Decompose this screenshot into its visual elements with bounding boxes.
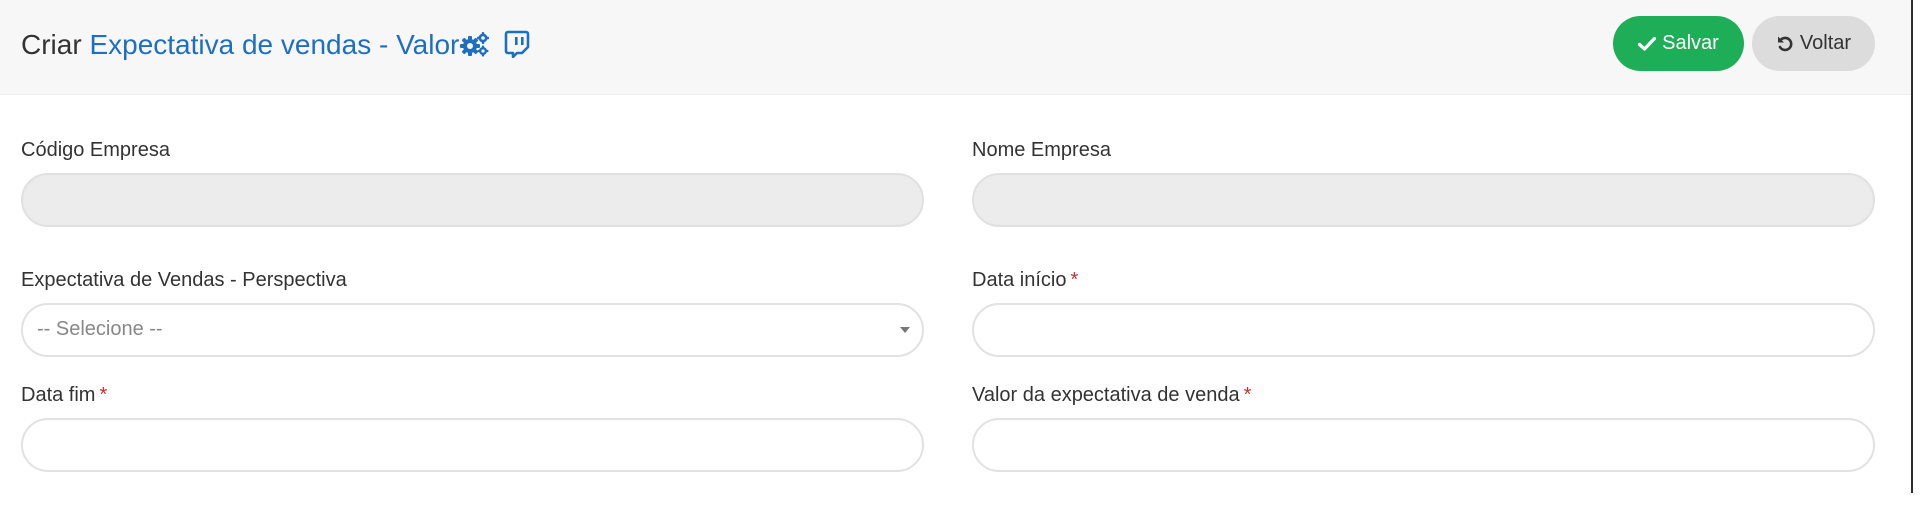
nome-empresa-input bbox=[974, 175, 1873, 225]
codigo-empresa-input bbox=[23, 175, 922, 225]
data-inicio-input[interactable] bbox=[974, 305, 1873, 355]
valor-field[interactable] bbox=[972, 418, 1875, 472]
data-inicio-label-text: Data início bbox=[972, 269, 1067, 291]
required-marker: * bbox=[99, 384, 108, 406]
data-fim-input[interactable] bbox=[23, 420, 922, 470]
page-title: Criar Expectativa de vendas - Valor bbox=[21, 29, 530, 65]
codigo-empresa-field bbox=[21, 173, 924, 227]
required-marker: * bbox=[1070, 269, 1079, 291]
form-panel: Criar Expectativa de vendas - Valor Salv… bbox=[0, 0, 1913, 493]
chat-icon[interactable] bbox=[504, 30, 530, 65]
nome-empresa-label: Nome Empresa bbox=[972, 139, 1111, 161]
data-fim-label: Data fim * bbox=[21, 384, 107, 407]
chevron-down-icon bbox=[900, 327, 910, 333]
panel-header: Criar Expectativa de vendas - Valor Salv… bbox=[0, 0, 1911, 95]
valor-label: Valor da expectativa de venda * bbox=[972, 384, 1251, 407]
valor-label-text: Valor da expectativa de venda bbox=[972, 384, 1240, 406]
save-button-label: Salvar bbox=[1662, 32, 1719, 54]
perspectiva-selected-value: -- Selecione -- bbox=[37, 318, 163, 340]
valor-input[interactable] bbox=[974, 420, 1873, 470]
back-button-label: Voltar bbox=[1799, 32, 1852, 54]
data-inicio-label: Data início * bbox=[972, 269, 1078, 292]
gears-icon[interactable] bbox=[460, 31, 490, 64]
codigo-empresa-label: Código Empresa bbox=[21, 139, 170, 161]
page-title-prefix: Criar bbox=[21, 29, 82, 60]
perspectiva-select[interactable]: -- Selecione -- bbox=[21, 303, 924, 357]
nome-empresa-field bbox=[972, 173, 1875, 227]
page-title-main: Expectativa de vendas - Valor bbox=[89, 29, 460, 60]
check-icon bbox=[1638, 36, 1657, 51]
data-fim-label-text: Data fim bbox=[21, 384, 96, 406]
undo-icon bbox=[1777, 36, 1793, 51]
perspectiva-label: Expectativa de Vendas - Perspectiva bbox=[21, 269, 347, 291]
data-inicio-field[interactable] bbox=[972, 303, 1875, 357]
data-fim-field[interactable] bbox=[21, 418, 924, 472]
required-marker: * bbox=[1243, 384, 1252, 406]
back-button[interactable]: Voltar bbox=[1752, 16, 1875, 71]
save-button[interactable]: Salvar bbox=[1613, 16, 1744, 71]
